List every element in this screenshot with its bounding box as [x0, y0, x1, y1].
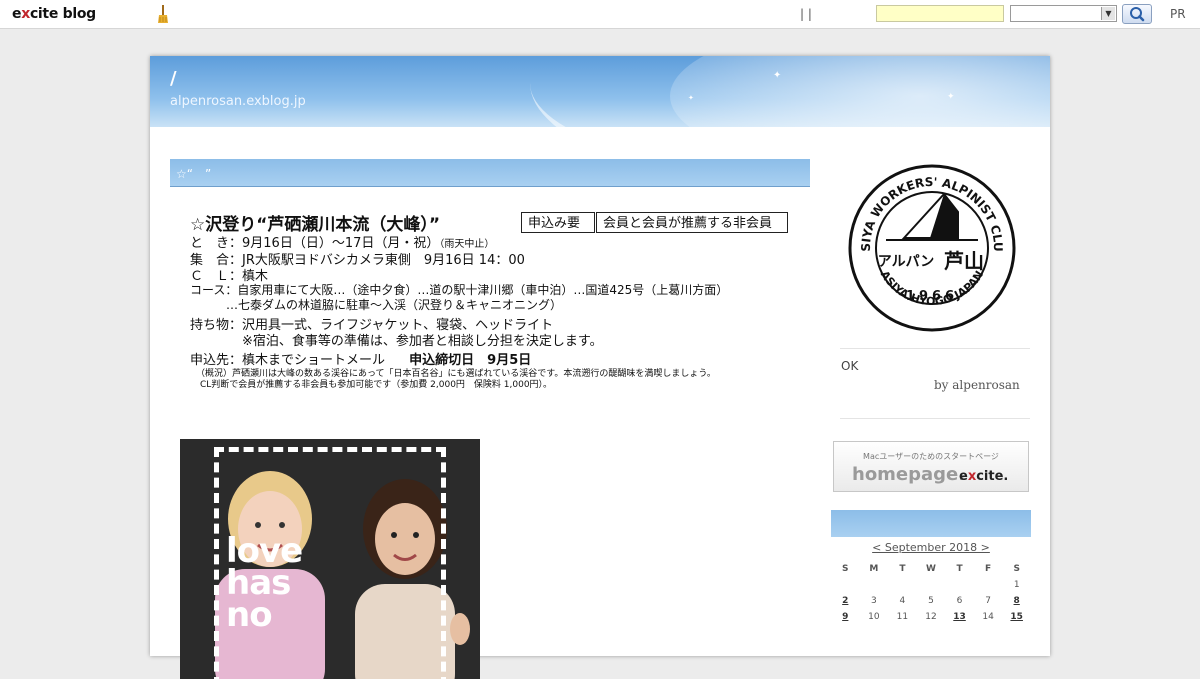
excite-blog-logo[interactable]: excite blog — [12, 6, 96, 22]
calendar-day: 4 — [899, 596, 906, 606]
calendar-day[interactable]: 15 — [1002, 609, 1031, 625]
sparkle-icon: ✦ — [773, 70, 782, 81]
banner-logo-e: e — [959, 469, 968, 484]
calendar-weekday: S — [842, 564, 849, 574]
search-icon — [1130, 7, 1145, 22]
emblem-center-text: アルパン — [878, 254, 935, 270]
topbar-separators: | | — [800, 7, 812, 21]
blog-url[interactable]: alpenrosan.exblog.jp — [170, 94, 306, 109]
author-byline[interactable]: by alpenrosan — [934, 378, 1020, 392]
banner-logo-x: x — [967, 469, 977, 484]
calendar-day: 6 — [956, 596, 963, 606]
calendar-day: 5 — [928, 596, 934, 606]
calendar-week: 1 — [831, 577, 1031, 593]
post-title-bar: ☆“ ” — [170, 159, 810, 187]
photo-word: no — [226, 595, 273, 635]
search-button[interactable] — [1122, 4, 1152, 24]
blog-header: ✦ ✦ ✦ / alpenrosan.exblog.jp — [150, 56, 1050, 127]
flyer-tag-members: 会員と会員が推薦する非会員 — [596, 212, 788, 233]
emblem-kanji: 芦山 — [944, 249, 984, 273]
sparkle-icon: ✦ — [688, 94, 694, 102]
calendar-day[interactable]: 2 — [831, 593, 860, 609]
calendar-weekday: W — [926, 564, 936, 574]
emblem-year: 1966 — [906, 289, 958, 304]
calendar-day — [888, 577, 917, 593]
calendar-week: 9 10 11 12 13 14 15 — [831, 609, 1031, 625]
calendar-weekday: S — [1013, 564, 1020, 574]
calendar-header-bar — [831, 510, 1031, 537]
pr-link[interactable]: PR — [1170, 7, 1186, 21]
flyer-line-course2: …七泰ダムの林道脇に駐車～入渓（沢登り＆キャニオニング） — [190, 298, 563, 312]
calendar-day — [945, 577, 974, 593]
calendar-day — [860, 577, 889, 593]
blog-title[interactable]: / — [170, 68, 177, 89]
post-photo[interactable]: love has no — [180, 439, 480, 679]
logo-x: x — [21, 6, 30, 22]
divider — [840, 348, 1030, 349]
search-input[interactable] — [876, 5, 1004, 22]
flyer-note2: CL判断で会員が推薦する非会員も参加可能です（参加費 2,000円 保険料 1,… — [200, 380, 553, 390]
calendar-day[interactable]: 9 — [831, 609, 860, 625]
calendar-day: 12 — [925, 612, 937, 622]
sparkle-icon: ✦ — [947, 92, 955, 102]
calendar-month-nav[interactable]: < September 2018 > — [831, 541, 1031, 554]
post-title[interactable]: ☆“ ” — [176, 165, 211, 182]
profile-text: OK — [841, 359, 859, 373]
banner-excite-logo: excite. — [959, 469, 1008, 484]
calendar-day — [974, 577, 1003, 593]
calendar-table: SMTWTFS 1 2 3 4 5 6 7 8 9 10 11 12 13 14 15 — [831, 561, 1031, 625]
chevron-down-icon[interactable]: ▼ — [1101, 7, 1115, 20]
search-scope-select[interactable]: ▼ — [1010, 5, 1117, 22]
header-arc — [530, 56, 1050, 127]
calendar-day[interactable]: 8 — [1002, 593, 1031, 609]
calendar-weekday: T — [899, 564, 906, 574]
calendar-day: 11 — [896, 612, 909, 622]
flyer-line-gear2: ※宿泊、食事等の準備は、参加者と相談し分担を決定します。 — [190, 334, 603, 349]
banner-logo-rest: cite. — [976, 469, 1009, 484]
blog-page: ✦ ✦ ✦ / alpenrosan.exblog.jp ☆“ ” ☆沢登り“芦… — [150, 56, 1050, 679]
calendar-weekday: M — [869, 564, 879, 574]
calendar-day — [831, 577, 860, 593]
calendar-day: 1 — [1013, 580, 1020, 590]
calendar-day: 10 — [868, 612, 880, 622]
calendar-weekday: F — [985, 564, 992, 574]
broom-icon[interactable] — [157, 5, 169, 23]
logo-rest: cite blog — [29, 6, 96, 22]
flyer-tag-apply: 申込み要 — [521, 212, 595, 233]
calendar-day[interactable]: 13 — [945, 609, 974, 625]
club-emblem-logo[interactable]: ASIYA WORKERS' ALPINIST CLUB ASIYA.HYOGO… — [846, 162, 1018, 334]
homepage-excite-banner[interactable]: Macユーザーのためのスタートページ homepage. excite. — [833, 441, 1029, 492]
calendar-day: 3 — [870, 596, 877, 606]
banner-brand: homepage. — [852, 464, 966, 485]
calendar-day: 7 — [985, 596, 991, 606]
photo-caption: love has no — [226, 534, 303, 635]
calendar-day — [917, 577, 946, 593]
logo-e: e — [12, 6, 22, 22]
calendar-day: 14 — [982, 612, 994, 622]
banner-caption: Macユーザーのためのスタートページ — [863, 452, 999, 461]
calendar-weekday: T — [956, 564, 963, 574]
excite-topbar: excite blog | | ▼ PR — [0, 0, 1200, 29]
divider — [840, 418, 1030, 419]
calendar-week: 23 4 5 6 7 8 — [831, 593, 1031, 609]
event-flyer-image: ☆沢登り“芦硒瀬川本流（大峰）” 申込み要 会員と会員が推薦する非会員 と き：… — [190, 208, 800, 390]
